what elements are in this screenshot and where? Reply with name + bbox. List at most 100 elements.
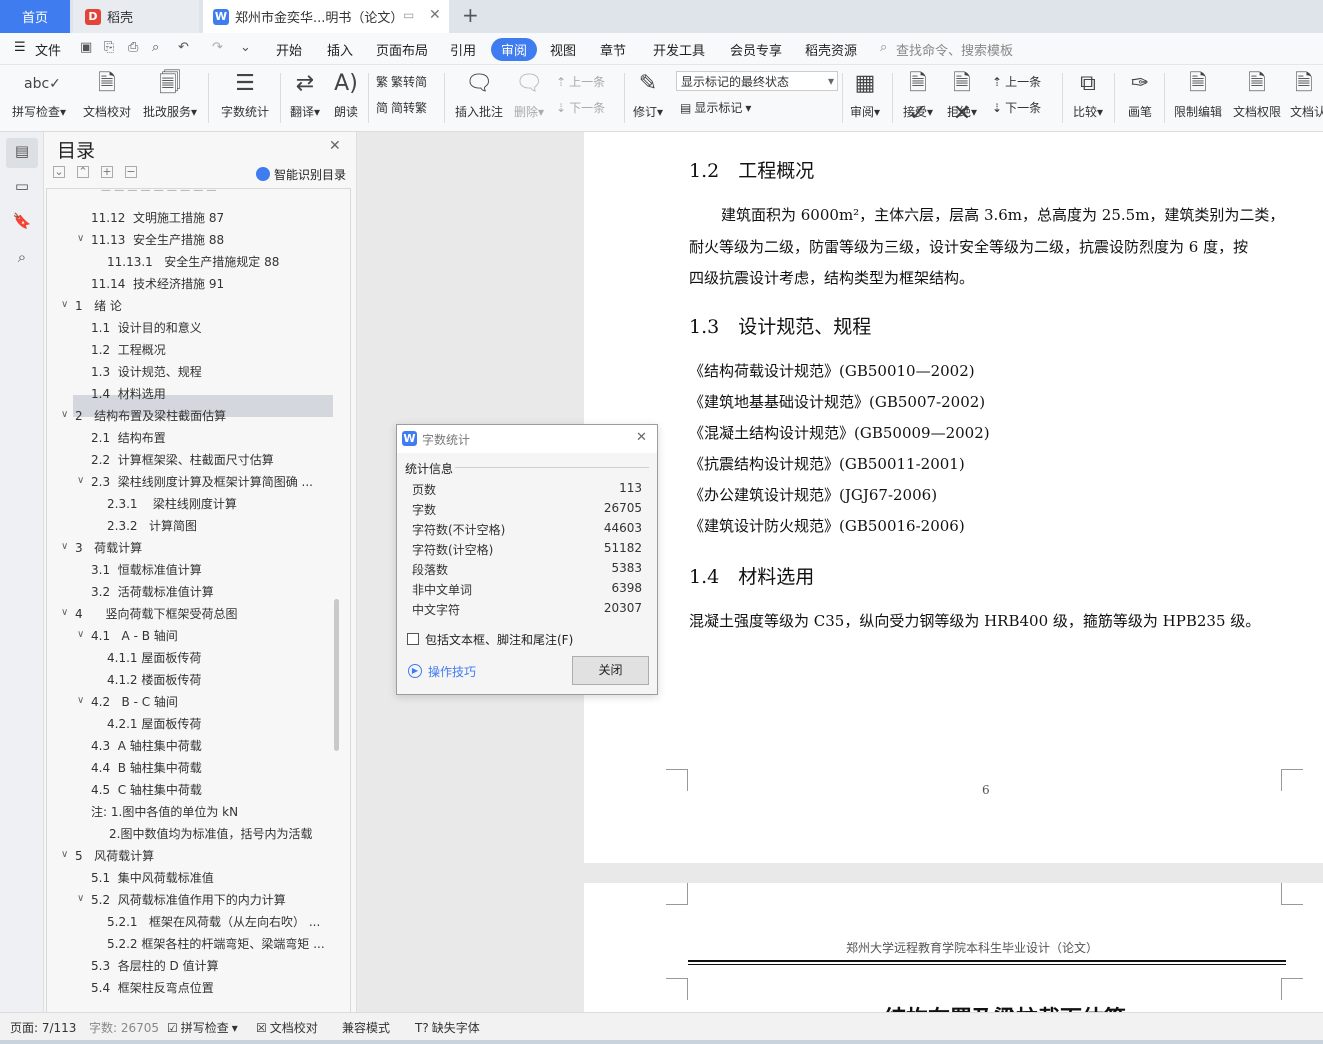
track-changes-button[interactable]: ✎ 修订▾ xyxy=(630,69,666,120)
to-simplified-button[interactable]: 简简转繁 xyxy=(376,99,427,116)
read-aloud-button[interactable]: A) 朗读 xyxy=(330,69,362,120)
markup-state-select[interactable]: 显示标记的最终状态 ▾ xyxy=(676,71,838,91)
include-notes-checkbox[interactable] xyxy=(407,633,419,645)
toc-item[interactable]: 11.13 安全生产措施 88 xyxy=(91,229,224,251)
preview-icon[interactable]: ⌕ xyxy=(152,40,159,55)
close-button[interactable]: 关闭 xyxy=(572,656,649,685)
toc-item[interactable]: 5.2 风荷载标准值作用下的内力计算 xyxy=(91,889,286,911)
toc-item[interactable]: 5.1 集中风荷载标准值 xyxy=(91,867,214,889)
chevron-down-icon[interactable]: ∨ xyxy=(77,475,84,486)
chevron-down-icon[interactable]: ∨ xyxy=(61,607,68,618)
export-pdf-icon[interactable]: ⎘ xyxy=(104,40,114,55)
toc-item[interactable]: 1 绪 论 xyxy=(75,295,122,317)
toc-item[interactable]: 4.4 B 轴柱集中荷载 xyxy=(91,757,202,779)
command-search-input[interactable]: 查找命令、搜索模板 xyxy=(896,40,1013,59)
chevron-down-icon[interactable]: ∨ xyxy=(61,409,68,420)
tips-link[interactable]: 操作技巧 xyxy=(428,663,476,680)
doc-cert-button[interactable]: 🗎 文档认 xyxy=(1290,69,1323,120)
menu-member[interactable]: 会员专享 xyxy=(730,40,782,59)
menu-developer[interactable]: 开发工具 xyxy=(653,40,705,59)
chevron-down-icon[interactable]: ∨ xyxy=(77,893,84,904)
tab-daoke[interactable]: D 稻壳 xyxy=(73,0,199,33)
next-comment-button[interactable]: ⇣ 下一条 xyxy=(556,99,605,116)
delete-comment-button[interactable]: 🗨 删除▾ xyxy=(510,69,548,120)
smart-toc-button[interactable]: 智能识别目录 xyxy=(274,166,346,183)
find-icon[interactable]: ⌕ xyxy=(12,248,32,268)
doc-permission-button[interactable]: 🗎 文档权限 xyxy=(1230,69,1284,120)
translate-button[interactable]: ⇄ 翻译▾ xyxy=(286,69,324,120)
proof-status[interactable]: ☒ 文档校对 xyxy=(256,1019,318,1036)
redo-icon[interactable]: ↷ xyxy=(212,40,223,55)
toc-item[interactable]: 2.3.1 梁柱线刚度计算 xyxy=(107,493,237,515)
toc-scrollbar[interactable] xyxy=(334,599,339,751)
menu-file[interactable]: 文件 xyxy=(35,40,61,59)
toc-item[interactable]: 2.3 梁柱线刚度计算及框架计算简图确 ... xyxy=(91,471,313,493)
toc-item[interactable]: 2.1 结构布置 xyxy=(91,427,166,449)
review-pane-button[interactable]: ▦ 审阅▾ xyxy=(846,69,884,120)
expand-up-icon[interactable]: ⌃ xyxy=(77,166,89,178)
toc-item[interactable]: 5.3 各层柱的 D 值计算 xyxy=(91,955,219,977)
menu-start[interactable]: 开始 xyxy=(276,40,302,59)
menu-view[interactable]: 视图 xyxy=(550,40,576,59)
include-notes-label[interactable]: 包括文本框、脚注和尾注(F) xyxy=(425,631,573,648)
accept-button[interactable]: 🗎✓ 接受▾ xyxy=(900,69,936,126)
toc-item[interactable]: 11.14 技术经济措施 91 xyxy=(91,273,224,295)
dialog-close-icon[interactable]: ✕ xyxy=(636,430,647,445)
collapse-all-icon[interactable]: ⌄ xyxy=(53,166,65,178)
toc-item[interactable]: 3 荷载计算 xyxy=(75,537,142,559)
spellcheck-button[interactable]: abc✓ 拼写检查▾ xyxy=(8,69,70,120)
menu-layout[interactable]: 页面布局 xyxy=(376,40,428,59)
undo-icon[interactable]: ↶ xyxy=(178,40,189,55)
doc-proof-button[interactable]: 🗎 文档校对 xyxy=(80,69,134,120)
print-icon[interactable]: ⎙ xyxy=(128,40,138,55)
prev-change-button[interactable]: ⇡ 上一条 xyxy=(992,73,1041,90)
toc-item[interactable]: 2 结构布置及梁柱截面估算 xyxy=(75,405,226,427)
reject-button[interactable]: 🗎✕ 拒绝▾ xyxy=(944,69,980,126)
to-traditional-button[interactable]: 繁繁转简 xyxy=(376,73,427,90)
tab-pin-icon[interactable]: ▭ xyxy=(403,8,414,22)
add-heading-icon[interactable]: + xyxy=(101,166,113,178)
toc-item-selected[interactable]: 1.2 工程概况 xyxy=(91,339,166,361)
menu-chapter[interactable]: 章节 xyxy=(600,40,626,59)
chapter-nav-icon[interactable]: ▭ xyxy=(12,177,32,197)
new-tab-button[interactable]: + xyxy=(462,3,479,27)
toc-item[interactable]: 2.图中数值均为标准值，括号内为活载 xyxy=(109,823,312,845)
toc-item[interactable]: 4.1.1 屋面板传荷 xyxy=(107,647,201,669)
hamburger-icon[interactable]: ☰ xyxy=(14,40,26,55)
tab-document[interactable]: W 郑州市金奕华...明书（论文） ▭ ✕ xyxy=(203,0,449,33)
toc-item[interactable]: 4.1 A - B 轴间 xyxy=(91,625,178,647)
toc-item[interactable]: 4.3 A 轴柱集中荷载 xyxy=(91,735,202,757)
pen-button[interactable]: ✑ 画笔 xyxy=(1122,69,1158,120)
prev-comment-button[interactable]: ⇡ 上一条 xyxy=(556,73,605,90)
toc-item[interactable]: 11.12 文明施工措施 87 xyxy=(91,207,224,229)
toc-item[interactable]: 3.1 恒载标准值计算 xyxy=(91,559,202,581)
insert-comment-button[interactable]: 🗨 插入批注 xyxy=(452,69,506,120)
toc-item[interactable]: 4.1.2 楼面板传荷 xyxy=(107,669,201,691)
toc-item[interactable]: 5.2.2 框架各柱的杆端弯矩、梁端弯矩 ... xyxy=(107,933,325,955)
chevron-down-icon[interactable]: ∨ xyxy=(77,695,84,706)
chevron-down-icon[interactable]: ∨ xyxy=(61,849,68,860)
tab-home[interactable]: 首页 xyxy=(0,0,70,33)
compare-button[interactable]: ⧉ 比较▾ xyxy=(1068,69,1108,120)
toc-item[interactable]: 1.4 材料选用 xyxy=(91,383,166,405)
word-count-indicator[interactable]: 字数: 26705 xyxy=(89,1019,159,1036)
dialog-title-bar[interactable]: W 字数统计 ✕ xyxy=(397,425,657,453)
restrict-edit-button[interactable]: 🗎 限制编辑 xyxy=(1170,69,1226,120)
toc-item[interactable]: 1.1 设计目的和意义 xyxy=(91,317,202,339)
toc-item[interactable]: 4.5 C 轴柱集中荷载 xyxy=(91,779,202,801)
word-count-button[interactable]: ☰ 字数统计 xyxy=(218,69,272,120)
toc-item[interactable]: 5.4 框架柱反弯点位置 xyxy=(91,977,214,999)
toc-item[interactable]: 5 风荷载计算 xyxy=(75,845,154,867)
toc-item[interactable]: 5.2.1 框架在风荷载（从左向右吹） ... xyxy=(107,911,320,933)
tab-close-icon[interactable]: ✕ xyxy=(429,7,441,23)
toc-item[interactable]: 1.3 设计规范、规程 xyxy=(91,361,202,383)
show-markup-button[interactable]: ▤ 显示标记 ▾ xyxy=(680,99,751,116)
spellcheck-status[interactable]: ☑ 拼写检查 ▾ xyxy=(167,1019,238,1036)
missing-font-status[interactable]: T? 缺失字体 xyxy=(415,1019,480,1036)
menu-reference[interactable]: 引用 xyxy=(450,40,476,59)
toc-item[interactable]: 4.2 B - C 轴间 xyxy=(91,691,178,713)
toc-item[interactable]: 4 竖向荷载下框架受荷总图 xyxy=(75,603,238,625)
toc-close-icon[interactable]: ✕ xyxy=(329,138,341,154)
save-icon[interactable]: ▣ xyxy=(80,40,92,55)
chevron-down-icon[interactable]: ∨ xyxy=(61,541,68,552)
